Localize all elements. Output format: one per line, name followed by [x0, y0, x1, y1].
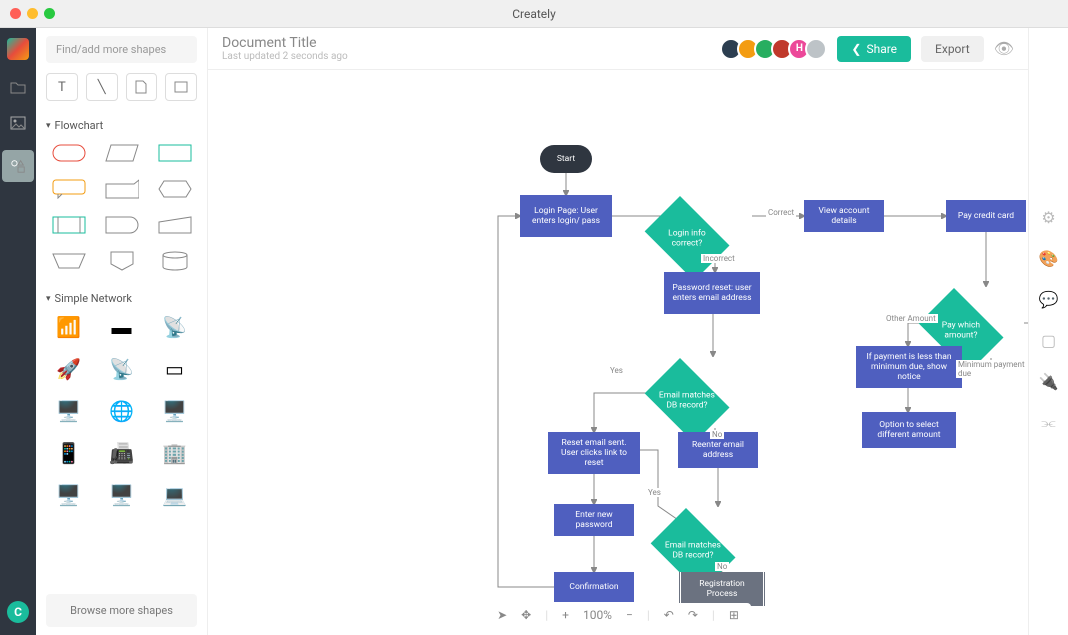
shape-search-input[interactable]: Find/add more shapes — [46, 36, 197, 63]
edge-label: Minimum payment due — [956, 360, 1028, 378]
page-tool-button[interactable] — [126, 73, 158, 101]
flowchart-shapes — [46, 140, 197, 274]
user-badge[interactable]: C — [7, 601, 29, 623]
shape-subprocess[interactable] — [46, 212, 91, 238]
shape-hexagon[interactable] — [152, 176, 197, 202]
flowchart-process[interactable]: Password reset: user enters email addres… — [664, 272, 760, 314]
shape-trapezoid[interactable] — [46, 248, 91, 274]
shape-router-icon[interactable]: 📶 — [46, 313, 91, 341]
flowchart-terminator[interactable]: Start — [540, 145, 592, 173]
shape-display-icon[interactable]: 🖥️ — [99, 481, 144, 509]
shape-fax-icon[interactable]: 📠 — [99, 439, 144, 467]
pan-tool-icon[interactable]: ✥ — [521, 608, 531, 622]
main-area: Document Title Last updated 2 seconds ag… — [208, 28, 1028, 635]
grid-icon[interactable]: ⊞ — [729, 608, 739, 622]
network-shapes: 📶 ▬ 📡 🚀 📡 ▭ 🖥️ 🌐 🖥️ 📱 📠 🏢 🖥️ 🖥️ 💻 — [46, 313, 197, 509]
maximize-icon[interactable] — [44, 8, 55, 19]
shapes-sidebar: Find/add more shapes T ╲ Flowchart Simpl… — [36, 28, 208, 635]
flowchart-process[interactable]: Pay credit card — [946, 200, 1026, 232]
right-rail: ⚙ 🎨 💬 ▢ 🔌 ⫘ — [1028, 28, 1068, 635]
edge-label: Incorrect — [701, 254, 737, 263]
window-titlebar: Creately — [0, 0, 1068, 28]
network-section-header[interactable]: Simple Network — [46, 292, 197, 305]
left-rail: C — [0, 28, 36, 635]
layers-icon[interactable]: ▢ — [1041, 331, 1056, 350]
shape-card[interactable] — [99, 176, 144, 202]
edge-label: Other Amount — [884, 314, 938, 323]
shape-delay[interactable] — [99, 212, 144, 238]
text-tool-button[interactable]: T — [46, 73, 78, 101]
shape-rocket-icon[interactable]: 🚀 — [46, 355, 91, 383]
shape-globe-icon[interactable]: 🌐 — [99, 397, 144, 425]
edge-label: Yes — [646, 488, 663, 497]
shapes-icon[interactable] — [2, 150, 34, 182]
close-icon[interactable] — [10, 8, 21, 19]
flowchart-process[interactable]: Enter new password — [554, 504, 634, 536]
shape-antenna-icon[interactable]: 📡 — [152, 313, 197, 341]
document-subtitle: Last updated 2 seconds ago — [222, 51, 348, 62]
shape-server-icon[interactable]: 🖥️ — [46, 397, 91, 425]
share-button[interactable]: ❮ Share — [837, 36, 911, 62]
plugin-icon[interactable]: 🔌 — [1039, 372, 1059, 391]
shape-laptop-icon[interactable]: 💻 — [152, 481, 197, 509]
edge-label: No — [715, 562, 729, 571]
zoom-level[interactable]: 100% — [583, 608, 612, 622]
document-title[interactable]: Document Title — [222, 35, 348, 51]
redo-icon[interactable]: ↷ — [688, 608, 698, 622]
shape-manual-input[interactable] — [152, 212, 197, 238]
line-tool-button[interactable]: ╲ — [86, 73, 118, 101]
flowchart-process[interactable]: Reset email sent. User clicks link to re… — [548, 432, 640, 474]
window-controls[interactable] — [10, 8, 55, 19]
settings-icon[interactable]: ⚙ — [1041, 208, 1055, 227]
edge-label: Correct — [766, 208, 796, 217]
shape-rectangle[interactable] — [152, 140, 197, 166]
shape-desktop-icon[interactable]: 🖥️ — [46, 481, 91, 509]
shape-database[interactable] — [152, 248, 197, 274]
zoom-out-icon[interactable]: − — [626, 608, 633, 622]
edge-label: Yes — [608, 366, 625, 375]
share-label: Share — [866, 42, 897, 56]
app-logo-icon[interactable] — [7, 38, 29, 60]
app-title: Creately — [512, 7, 556, 21]
image-icon[interactable] — [9, 114, 27, 132]
comment-icon[interactable]: 💬 — [1039, 290, 1059, 309]
flowchart-process[interactable]: Confirmation — [554, 572, 634, 602]
avatar[interactable] — [805, 38, 827, 60]
rect-tool-button[interactable] — [165, 73, 197, 101]
shape-terminator[interactable] — [46, 140, 91, 166]
export-button[interactable]: Export — [921, 36, 984, 62]
minimize-icon[interactable] — [27, 8, 38, 19]
palette-icon[interactable]: 🎨 — [1039, 249, 1059, 268]
pointer-tool-icon[interactable]: ➤ — [497, 608, 507, 622]
browse-shapes-button[interactable]: Browse more shapes — [46, 594, 197, 627]
zoom-in-icon[interactable]: + — [562, 608, 569, 622]
canvas[interactable]: Start Login Page: User enters login/ pass… — [208, 70, 1028, 635]
share-icon: ❮ — [851, 42, 861, 56]
shape-monitor-icon[interactable]: 🖥️ — [152, 397, 197, 425]
canvas-toolbar: ➤ ✥ | + 100% − | ↶ ↷ | ⊞ — [485, 603, 751, 627]
flowchart-process[interactable]: Option to select different amount — [862, 412, 956, 448]
shape-satellite-icon[interactable]: 📡 — [99, 355, 144, 383]
flowchart-process[interactable]: If payment is less than minimum due, sho… — [856, 346, 962, 388]
folder-icon[interactable] — [9, 78, 27, 96]
shape-offpage[interactable] — [99, 248, 144, 274]
edge-label: No — [710, 430, 724, 439]
undo-icon[interactable]: ↶ — [664, 608, 674, 622]
collaborator-avatars[interactable]: H — [725, 38, 827, 60]
shape-parallelogram[interactable] — [99, 140, 144, 166]
connect-icon[interactable]: ⫘ — [1041, 413, 1055, 433]
flowchart-section-header[interactable]: Flowchart — [46, 119, 197, 132]
flowchart-process[interactable]: View account details — [804, 200, 884, 232]
shape-callout[interactable] — [46, 176, 91, 202]
preview-icon[interactable]: 👁 — [994, 39, 1014, 58]
shape-phone-icon[interactable]: 📱 — [46, 439, 91, 467]
shape-building-icon[interactable]: 🏢 — [152, 439, 197, 467]
shape-switch-icon[interactable]: ▭ — [152, 355, 197, 383]
document-header: Document Title Last updated 2 seconds ag… — [208, 28, 1028, 70]
flowchart-subprocess[interactable]: Registration Process — [678, 572, 766, 606]
shape-modem-icon[interactable]: ▬ — [99, 313, 144, 341]
flowchart-process[interactable]: Login Page: User enters login/ pass — [520, 195, 612, 237]
